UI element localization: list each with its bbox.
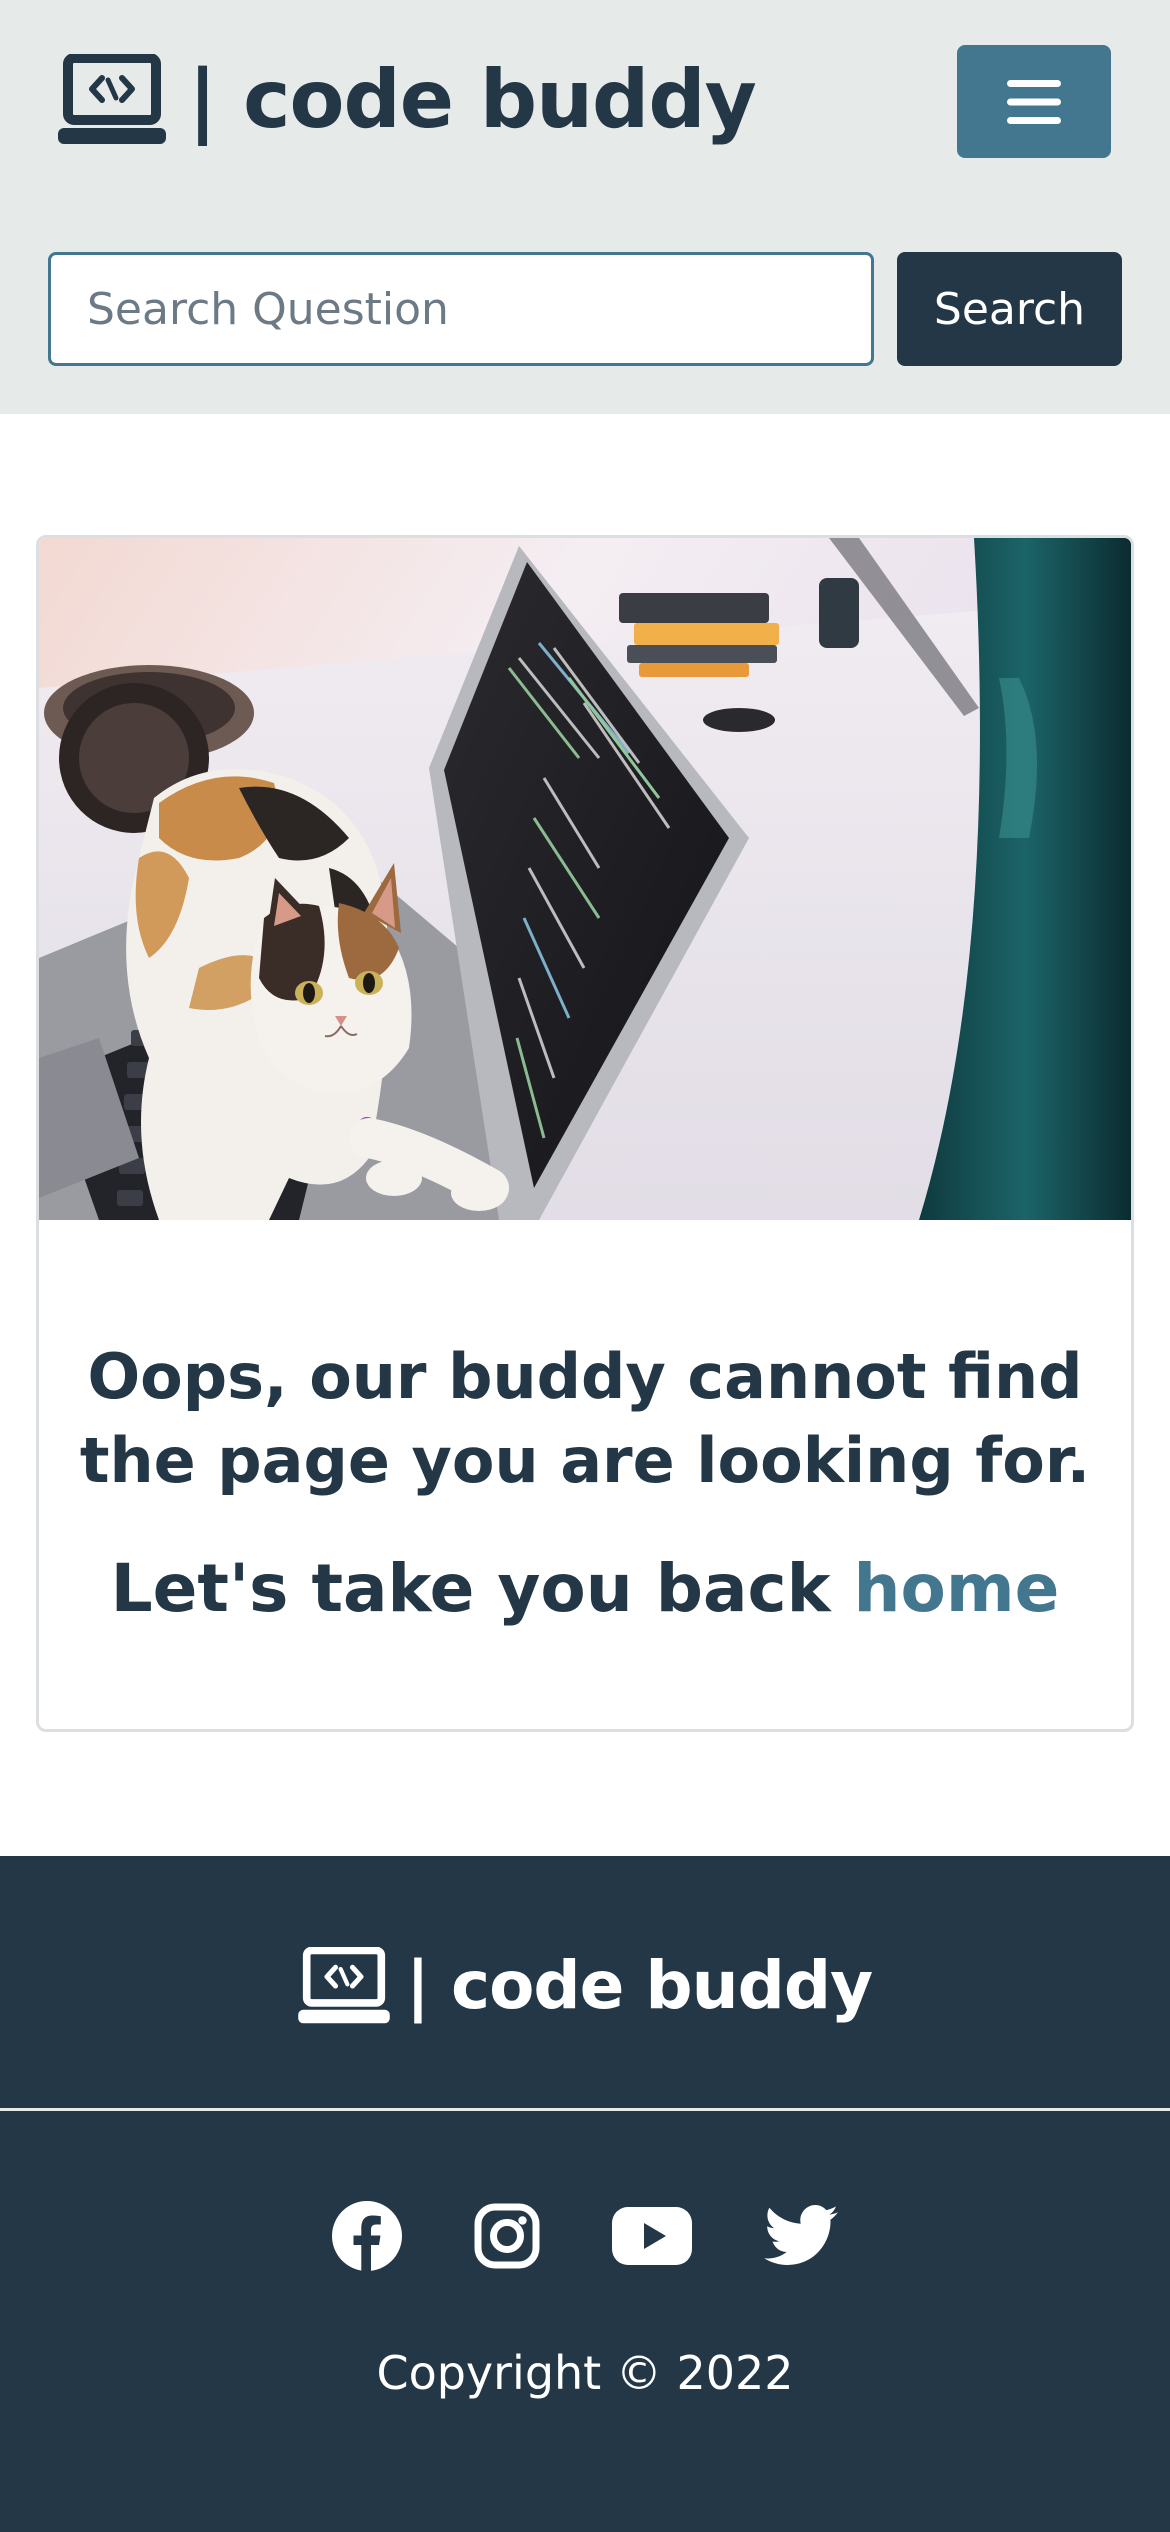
search-button[interactable]: Search xyxy=(897,252,1122,366)
instagram-icon xyxy=(474,2203,540,2269)
brand-name: | code buddy xyxy=(188,53,757,146)
site-footer: | code buddy Copyright © 2022 xyxy=(0,1856,1170,2532)
cat-on-laptop-image xyxy=(39,538,1131,1220)
hamburger-icon xyxy=(1007,79,1061,124)
footer-brand-link[interactable]: | code buddy xyxy=(0,1936,1170,2036)
twitter-icon xyxy=(764,2205,838,2265)
copyright-text: Copyright © 2022 xyxy=(376,2346,794,2400)
footer-brand-name: | code buddy xyxy=(405,1947,873,2024)
footer-divider xyxy=(0,2108,1170,2111)
facebook-link[interactable] xyxy=(332,2196,402,2276)
site-header: | code buddy Search xyxy=(0,0,1170,414)
laptop-code-icon xyxy=(298,1947,390,2024)
back-home-prefix: Let's take you back xyxy=(110,1550,854,1627)
brand-logo-link[interactable]: | code buddy xyxy=(58,50,757,150)
home-link[interactable]: home xyxy=(854,1550,1060,1627)
not-found-card: Oops, our buddy cannot find the page you… xyxy=(36,535,1134,1732)
instagram-link[interactable] xyxy=(474,2196,540,2276)
youtube-icon xyxy=(612,2207,692,2265)
menu-toggle-button[interactable] xyxy=(957,45,1111,158)
laptop-code-icon xyxy=(58,54,166,144)
social-links xyxy=(0,2196,1170,2276)
youtube-link[interactable] xyxy=(612,2196,692,2276)
twitter-link[interactable] xyxy=(764,2196,838,2276)
not-found-heading: Oops, our buddy cannot find the page you… xyxy=(79,1340,1091,1497)
back-home-text: Let's take you back home xyxy=(39,1550,1131,1627)
search-input[interactable] xyxy=(48,252,874,366)
facebook-icon xyxy=(332,2201,402,2271)
